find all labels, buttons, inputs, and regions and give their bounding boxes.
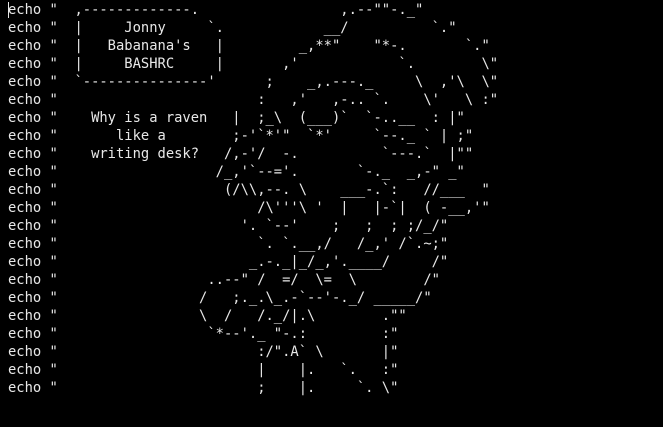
code-line: echo " | |. `. :"	[8, 362, 399, 378]
code-line: echo " | BASHRC | ,' `. \"	[8, 56, 499, 72]
code-line: echo " /_,'`--='. `-._ _,-" _"	[8, 164, 465, 180]
code-line: echo " :/".A` \ |"	[8, 344, 399, 360]
code-line: echo " ,-------------. ,.--""-._"	[8, 2, 424, 18]
code-line: echo " '. `--' ; ; ; ;/_/"	[8, 218, 449, 234]
code-line: echo " `---------------' ; _,.---._ \ ,'…	[8, 74, 499, 90]
code-line: echo " _.-._|_/_,'.____/ /"	[8, 254, 449, 270]
code-line: echo " `. `.__,/ /_,' /`.~;"	[8, 236, 449, 252]
code-line: echo " | Babanana's | _,**" "*-. `."	[8, 38, 490, 54]
code-line: echo " like a ;-'`*'" `*' `--._ ` | ;"	[8, 128, 474, 144]
code-line: echo " /\'''\ ' | |-`| ( -__,'"	[8, 200, 490, 216]
code-line: echo " (/\\,--. \ ___-.`: //___ "	[8, 182, 490, 198]
code-line: echo " : ,' ,-.. `. \' \ :"	[8, 92, 499, 108]
code-line: echo " Why is a raven | ;_\ (___)` `-.._…	[8, 110, 465, 126]
code-area[interactable]: echo " ,-------------. ,.--""-._" echo "…	[8, 1, 498, 397]
code-line: echo " \ / /._/|.\ .""	[8, 308, 407, 324]
text-editor[interactable]: echo " ,-------------. ,.--""-._" echo "…	[0, 0, 663, 427]
code-line: echo " writing desk? /,-'/ -. `---.` |""	[8, 146, 474, 162]
code-line: echo " | Jonny `. __/ `."	[8, 20, 457, 36]
code-line: echo " `*--'._ "-.: :"	[8, 326, 399, 342]
code-line: echo " ..--" / =/ \= \ /"	[8, 272, 440, 288]
code-line: echo " / ;._.\_.-`--'-._/ _____/"	[8, 290, 432, 306]
code-line: echo " ; |. `. \"	[8, 380, 399, 396]
